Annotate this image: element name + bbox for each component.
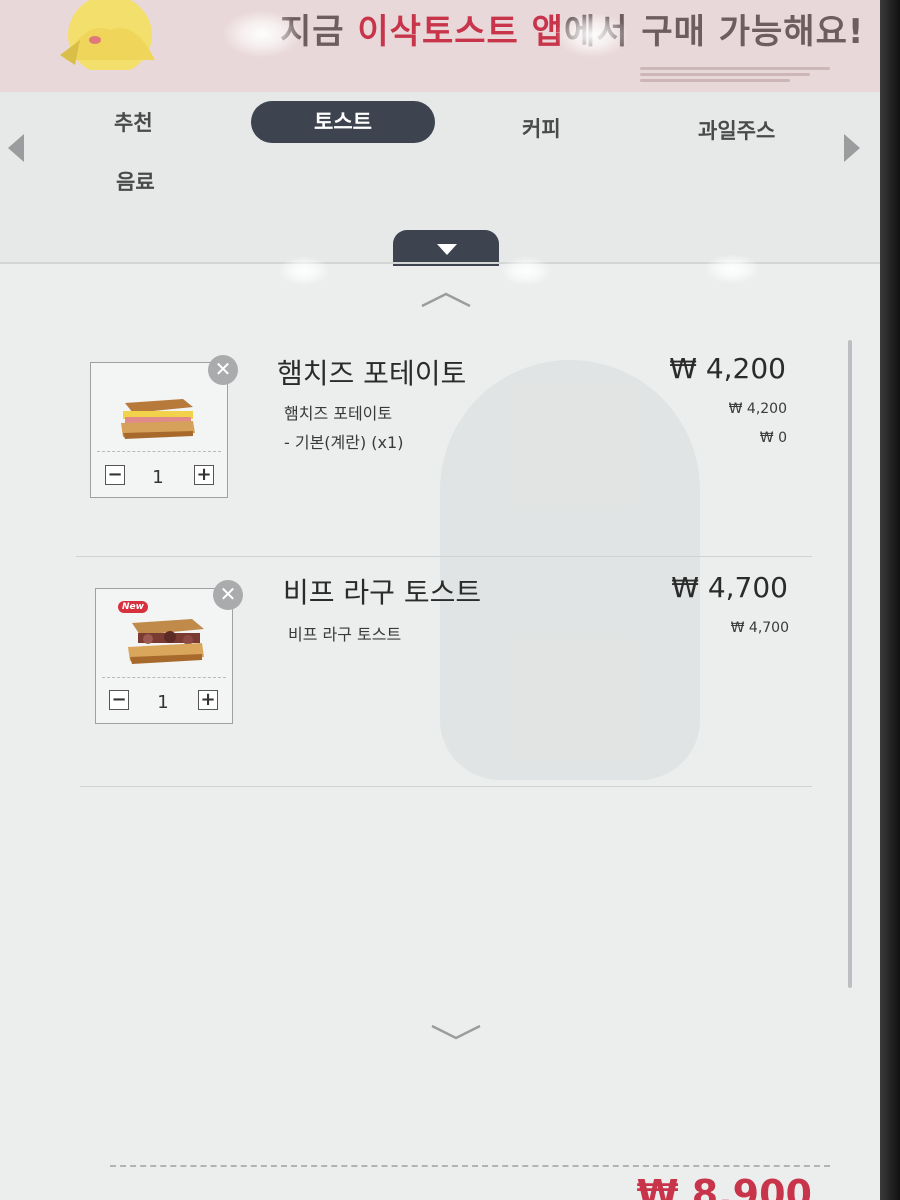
- minus-icon: −: [107, 464, 123, 485]
- increase-quantity-button[interactable]: +: [194, 465, 214, 485]
- decrease-quantity-button[interactable]: −: [105, 465, 125, 485]
- option-label: 햄치즈 포테이토: [284, 404, 393, 423]
- option-label: 비프 라구 토스트: [288, 625, 402, 644]
- caret-down-icon: [437, 244, 457, 255]
- item-divider: [80, 786, 812, 787]
- minus-icon: −: [111, 689, 127, 710]
- quantity-value: 1: [152, 467, 164, 488]
- total-price: ₩ 8,900: [636, 1172, 812, 1200]
- close-icon: ✕: [219, 582, 237, 606]
- tab-beverage[interactable]: 음료: [116, 166, 155, 196]
- caret-left-icon[interactable]: [8, 134, 24, 162]
- plus-icon: +: [200, 689, 216, 710]
- food-image: [121, 399, 195, 439]
- kiosk-screen: 지금 이삭토스트 앱에서 구매 가능해요! 추천 토스트 커피 과일주스 음료 …: [0, 0, 880, 1200]
- mascot-image: [60, 0, 155, 70]
- option-label: - 기본(계란) (x1): [284, 433, 404, 452]
- decrease-quantity-button[interactable]: −: [109, 690, 129, 710]
- banner-fine-print: [640, 64, 840, 86]
- tab-coffee[interactable]: 커피: [522, 113, 561, 143]
- plus-icon: +: [196, 464, 212, 485]
- kiosk-bezel: [880, 0, 900, 1200]
- tab-toast[interactable]: 토스트: [251, 101, 435, 143]
- item-name: 비프 라구 토스트: [283, 576, 482, 609]
- remove-item-button[interactable]: ✕: [208, 355, 238, 385]
- light-glare: [704, 254, 760, 284]
- food-image: [128, 619, 204, 664]
- total-divider: [110, 1165, 830, 1167]
- card-divider: [102, 677, 226, 678]
- item-name: 햄치즈 포테이토: [277, 357, 467, 390]
- new-badge: New: [118, 601, 148, 613]
- option-price: ₩ 0: [759, 430, 787, 446]
- item-price: ₩ 4,700: [671, 571, 788, 604]
- collapse-toggle[interactable]: [393, 230, 499, 266]
- card-divider: [97, 451, 221, 452]
- tab-recommended[interactable]: 추천: [114, 107, 153, 137]
- option-price: ₩ 4,700: [730, 620, 789, 636]
- item-divider: [76, 556, 812, 557]
- light-glare: [222, 10, 302, 58]
- light-glare: [500, 256, 552, 286]
- promo-banner[interactable]: 지금 이삭토스트 앱에서 구매 가능해요!: [0, 0, 880, 92]
- scrollbar[interactable]: [848, 340, 852, 988]
- option-price: ₩ 4,200: [728, 401, 787, 417]
- tab-fruit-juice[interactable]: 과일주스: [698, 115, 775, 145]
- banner-highlight: 이삭토스트 앱: [357, 12, 564, 52]
- item-price: ₩ 4,200: [669, 352, 786, 385]
- increase-quantity-button[interactable]: +: [198, 690, 218, 710]
- caret-right-icon[interactable]: [844, 134, 860, 162]
- screen-reflection: [440, 360, 700, 780]
- chevron-down-icon[interactable]: [430, 1024, 482, 1040]
- quantity-value: 1: [157, 692, 169, 713]
- remove-item-button[interactable]: ✕: [213, 580, 243, 610]
- light-glare: [555, 12, 629, 58]
- close-icon: ✕: [214, 357, 232, 381]
- chevron-up-icon[interactable]: [420, 292, 472, 308]
- light-glare: [278, 256, 330, 286]
